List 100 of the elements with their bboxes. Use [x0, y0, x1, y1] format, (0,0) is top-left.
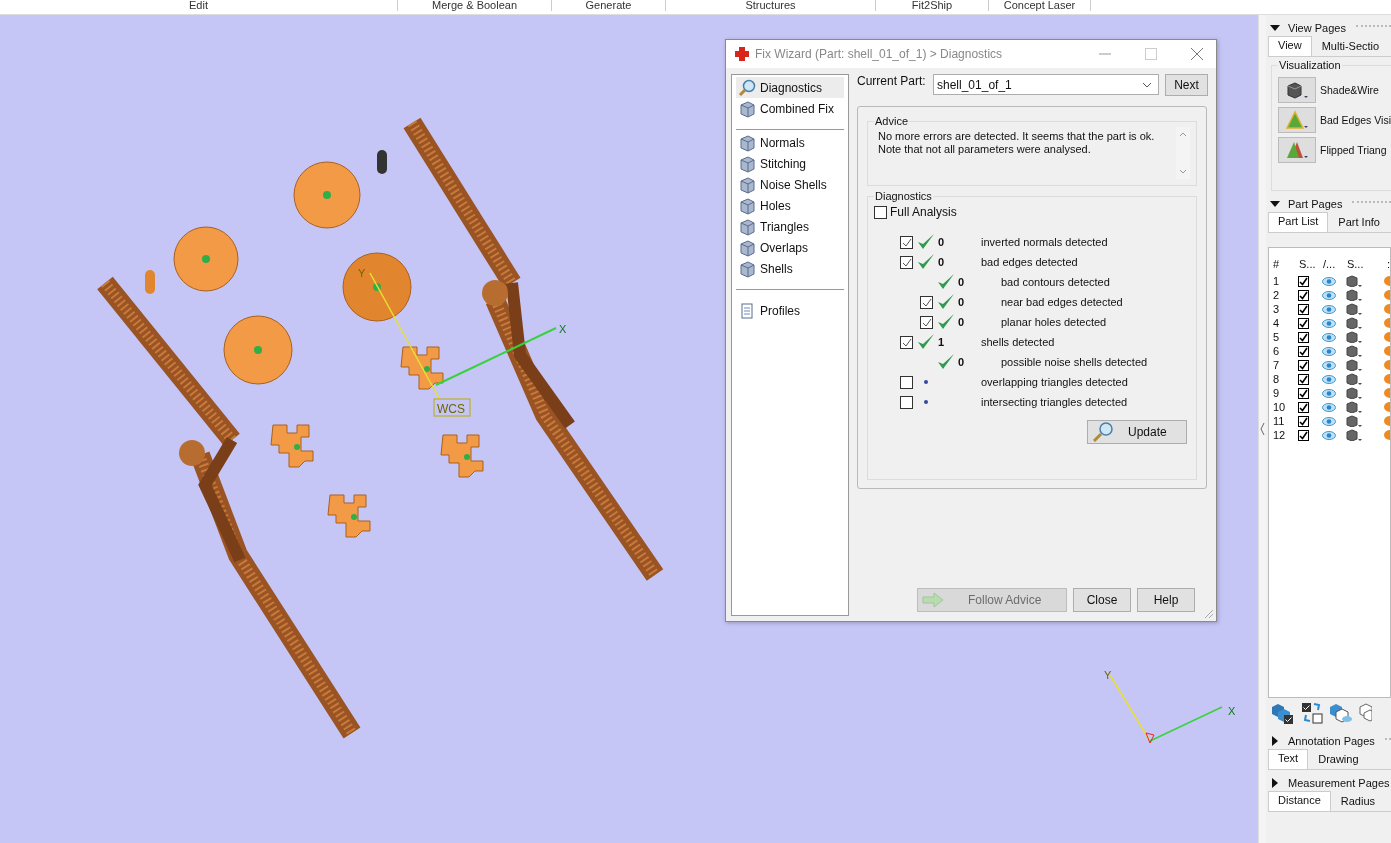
section-title[interactable]: View Pages: [1288, 22, 1346, 34]
viewport[interactable]: [0, 15, 1258, 843]
column-header[interactable]: :: [1378, 258, 1390, 270]
display-mode-button[interactable]: [1278, 137, 1316, 163]
cube-icon: [738, 154, 756, 173]
tab[interactable]: Radius: [1330, 793, 1386, 811]
expander-icon[interactable]: [1270, 736, 1280, 746]
expander-icon[interactable]: [1270, 23, 1280, 33]
checkbox[interactable]: [919, 315, 933, 329]
wizard-step-item[interactable]: Triangles: [736, 216, 844, 237]
checkbox[interactable]: [1298, 401, 1310, 413]
next-button[interactable]: Next: [1165, 74, 1208, 96]
full-analysis-checkbox[interactable]: Full Analysis: [874, 202, 1190, 222]
wizard-step-item[interactable]: Shells: [736, 258, 844, 279]
checkbox[interactable]: [1298, 345, 1310, 357]
checkbox[interactable]: [1298, 317, 1310, 329]
checkbox[interactable]: [1298, 415, 1310, 427]
resize-grip-icon[interactable]: [1204, 609, 1214, 619]
swap-checkbox-icon[interactable]: [1300, 701, 1324, 725]
expander-icon[interactable]: [1270, 778, 1280, 788]
menu-item[interactable]: Fit2Ship: [876, 0, 989, 11]
cube-icon[interactable]: [1344, 317, 1363, 329]
checkbox[interactable]: [1298, 359, 1310, 371]
eye-icon[interactable]: [1321, 430, 1336, 440]
wizard-step-item[interactable]: Profiles: [736, 300, 844, 321]
column-header[interactable]: S...: [1346, 258, 1379, 270]
wizard-step-item[interactable]: Holes: [736, 195, 844, 216]
cube-icon[interactable]: [1344, 345, 1363, 357]
menu-item[interactable]: Merge & Boolean: [398, 0, 552, 11]
eye-icon[interactable]: [1321, 388, 1336, 398]
cube-icon[interactable]: [1344, 289, 1363, 301]
cube-icon: [738, 259, 756, 278]
display-mode-button[interactable]: [1278, 77, 1316, 103]
tab[interactable]: Part Info: [1328, 214, 1390, 232]
expander-icon[interactable]: [1270, 199, 1280, 209]
cube-icon[interactable]: [1344, 373, 1363, 385]
tab[interactable]: Distance: [1268, 791, 1331, 811]
eye-icon[interactable]: [1321, 318, 1336, 328]
scroll-down-icon[interactable]: [1179, 169, 1187, 175]
eye-icon[interactable]: [1321, 304, 1336, 314]
cube-icon[interactable]: [1344, 331, 1363, 343]
eye-icon[interactable]: [1321, 276, 1336, 286]
checkbox[interactable]: [919, 295, 933, 309]
eye-icon[interactable]: [1321, 346, 1336, 356]
menu-item[interactable]: Concept Laser: [989, 0, 1091, 11]
part-dropdown[interactable]: shell_01_of_1: [933, 74, 1159, 95]
checkbox[interactable]: [899, 395, 913, 409]
tab[interactable]: Drawing: [1308, 751, 1369, 769]
eye-icon[interactable]: [1321, 360, 1336, 370]
eye-icon[interactable]: [1321, 374, 1336, 384]
tab[interactable]: Part List: [1268, 212, 1329, 232]
eye-icon[interactable]: [1321, 402, 1336, 412]
close-icon[interactable]: [1190, 47, 1204, 61]
update-button[interactable]: Update: [1087, 420, 1187, 444]
eye-icon[interactable]: [1321, 416, 1336, 426]
checkbox[interactable]: [1298, 289, 1310, 301]
menu-item[interactable]: Structures: [666, 0, 876, 11]
column-header[interactable]: #: [1269, 258, 1299, 270]
tab[interactable]: View: [1268, 36, 1312, 56]
dialog-button[interactable]: Close: [1073, 588, 1131, 612]
checkbox[interactable]: [899, 235, 913, 249]
cube-icon[interactable]: [1344, 401, 1363, 413]
dialog-button[interactable]: Help: [1137, 588, 1195, 612]
wizard-step-item[interactable]: Overlaps: [736, 237, 844, 258]
cubes-eye-icon[interactable]: [1328, 701, 1354, 725]
cube-icon[interactable]: [1344, 275, 1363, 287]
section-title[interactable]: Annotation Pages: [1288, 735, 1375, 747]
checkbox[interactable]: [1298, 303, 1310, 315]
column-header[interactable]: S...: [1299, 258, 1321, 270]
cube-icon[interactable]: [1344, 303, 1363, 315]
cube-icon[interactable]: [1344, 359, 1363, 371]
tab[interactable]: Text: [1268, 749, 1309, 769]
wizard-step-item[interactable]: Stitching: [736, 153, 844, 174]
splitter-handle-icon[interactable]: [1260, 422, 1265, 436]
scroll-up-icon[interactable]: [1179, 131, 1187, 137]
menu-item[interactable]: Edit: [0, 0, 398, 11]
section-title[interactable]: Part Pages: [1288, 198, 1343, 210]
eye-icon[interactable]: [1321, 290, 1336, 300]
eye-icon[interactable]: [1321, 332, 1336, 342]
section-title[interactable]: Measurement Pages: [1288, 777, 1390, 789]
column-header[interactable]: /...: [1320, 258, 1347, 270]
checkbox[interactable]: [899, 255, 913, 269]
cubes-check-icon[interactable]: [1270, 701, 1296, 725]
scrollbar[interactable]: [1176, 127, 1190, 179]
cube-icon[interactable]: [1344, 387, 1363, 399]
tab[interactable]: Multi-Sectio: [1311, 38, 1390, 56]
wizard-step-item[interactable]: Noise Shells: [736, 174, 844, 195]
cube-icon[interactable]: [1344, 429, 1363, 441]
checkbox[interactable]: [1298, 429, 1310, 441]
cube-icon[interactable]: [1344, 415, 1363, 427]
menu-item[interactable]: Generate: [552, 0, 666, 11]
checkbox[interactable]: [899, 335, 913, 349]
checkbox[interactable]: [899, 375, 913, 389]
wizard-step-item[interactable]: Combined Fix: [736, 98, 844, 119]
checkbox[interactable]: [1298, 331, 1310, 343]
wizard-step-item[interactable]: Diagnostics: [736, 77, 844, 98]
checkbox[interactable]: [1298, 387, 1310, 399]
wizard-step-item[interactable]: Normals: [736, 132, 844, 153]
checkbox[interactable]: [1298, 275, 1310, 287]
checkbox[interactable]: [1298, 373, 1310, 385]
